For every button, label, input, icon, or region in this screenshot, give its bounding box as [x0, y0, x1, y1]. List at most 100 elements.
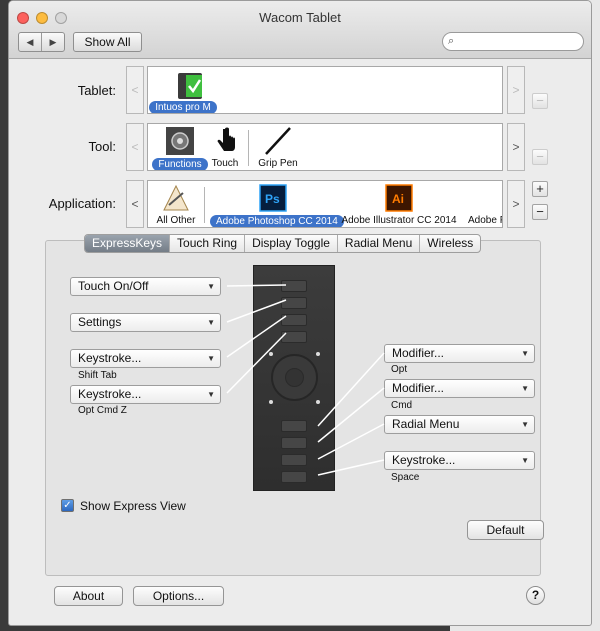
expresskey-4-popup[interactable]: Keystroke... ▼	[70, 385, 221, 404]
chevron-down-icon: ▼	[521, 456, 529, 465]
popup-value: Keystroke...	[392, 453, 456, 467]
tool-separator	[248, 130, 249, 166]
application-item-label: Adobe Illustrator CC 2014	[341, 215, 457, 226]
expresskey-5-assignment: Opt	[391, 364, 408, 375]
search-field[interactable]: ⌕	[442, 32, 584, 51]
photoshop-icon: Ps	[259, 184, 287, 212]
tab-radial-menu[interactable]: Radial Menu	[338, 235, 421, 252]
tab-bar: ExpressKeys Touch Ring Display Toggle Ra…	[84, 234, 482, 253]
application-list: All Other Ps Adobe Photoshop CC 2014 Ai …	[147, 180, 503, 228]
title-bar: Wacom Tablet ◀ ▶ Show All ⌕	[9, 1, 591, 59]
chevron-down-icon: ▼	[521, 420, 529, 429]
expresskey-3-assignment: Shift Tab	[78, 370, 117, 381]
default-button[interactable]: Default	[467, 520, 544, 540]
back-forward-control[interactable]: ◀ ▶	[18, 32, 65, 52]
application-separator	[204, 187, 205, 223]
express-key-graphic	[281, 454, 307, 466]
remove-tablet-button[interactable]: −	[532, 93, 548, 109]
popup-value: Radial Menu	[392, 417, 460, 431]
chevron-down-icon: ▼	[207, 318, 215, 327]
chevron-down-icon: ▼	[207, 282, 215, 291]
svg-text:Ai: Ai	[392, 192, 404, 206]
tool-item-touch[interactable]: Touch	[210, 126, 240, 169]
popup-value: Keystroke...	[78, 387, 142, 401]
popup-value: Modifier...	[392, 381, 445, 395]
options-button[interactable]: Options...	[133, 586, 224, 606]
tablet-illustration	[253, 265, 335, 491]
indicator-dot	[316, 352, 320, 356]
tablet-list: Intuos pro M	[147, 66, 503, 114]
tablet-item-label: Intuos pro M	[149, 101, 217, 113]
tab-display-toggle[interactable]: Display Toggle	[245, 235, 338, 252]
remove-application-button[interactable]: −	[532, 204, 548, 220]
show-express-view-checkbox[interactable]: ✓	[61, 499, 74, 512]
tablet-row-label: Tablet:	[77, 83, 116, 98]
indicator-dot	[269, 400, 273, 404]
tab-expresskeys[interactable]: ExpressKeys	[85, 235, 171, 252]
application-item-label: All Other	[156, 215, 196, 226]
application-item-label: Adobe Photoshop CC 2014	[210, 215, 344, 227]
illustrator-icon: Ai	[385, 184, 413, 212]
pen-icon	[265, 127, 291, 155]
touch-ring-center	[285, 368, 304, 387]
expresskey-2-popup[interactable]: Settings ▼	[70, 313, 221, 332]
about-button[interactable]: About	[54, 586, 123, 606]
popup-value: Modifier...	[392, 346, 445, 360]
expresskey-5-popup[interactable]: Modifier... ▼	[384, 344, 535, 363]
add-application-button[interactable]: +	[532, 181, 548, 197]
chevron-down-icon: ▼	[207, 354, 215, 363]
application-item-photoshop[interactable]: Ps Adobe Photoshop CC 2014	[210, 183, 344, 227]
express-key-graphic	[281, 437, 307, 449]
all-applications-icon	[163, 184, 189, 211]
chevron-down-icon: ▼	[207, 390, 215, 399]
expresskey-8-popup[interactable]: Keystroke... ▼	[384, 451, 535, 470]
expresskey-6-popup[interactable]: Modifier... ▼	[384, 379, 535, 398]
application-row-label: Application:	[48, 196, 116, 211]
tablet-item-intuos[interactable]: Intuos pro M	[148, 69, 218, 113]
express-key-graphic	[281, 471, 307, 483]
tablet-scroll-right-button[interactable]: >	[507, 66, 525, 114]
tool-item-grip-pen[interactable]: Grip Pen	[256, 126, 300, 169]
tool-item-label: Functions	[152, 158, 208, 170]
forward-arrow-icon[interactable]: ▶	[42, 33, 64, 51]
expresskey-4-assignment: Opt Cmd Z	[78, 405, 127, 416]
touch-ring-graphic	[271, 354, 318, 401]
chevron-down-icon: ▼	[521, 384, 529, 393]
popup-value: Settings	[78, 315, 122, 329]
expresskey-3-popup[interactable]: Keystroke... ▼	[70, 349, 221, 368]
tool-scroll-right-button[interactable]: >	[507, 123, 525, 171]
tool-item-label: Touch	[211, 158, 239, 169]
application-scroll-right-button[interactable]: >	[507, 180, 525, 228]
express-key-graphic	[281, 280, 307, 292]
express-key-graphic	[281, 297, 307, 309]
application-item-label: Adobe P	[468, 215, 503, 226]
popup-value: Keystroke...	[78, 351, 142, 365]
application-item-illustrator[interactable]: Ai Adobe Illustrator CC 2014	[341, 183, 457, 226]
show-express-view-label: Show Express View	[80, 499, 186, 513]
help-button[interactable]: ?	[526, 586, 545, 605]
tab-touch-ring[interactable]: Touch Ring	[170, 235, 246, 252]
svg-text:Ps: Ps	[265, 192, 280, 206]
tablet-scroll-left-button[interactable]: <	[126, 66, 144, 114]
expresskey-7-popup[interactable]: Radial Menu ▼	[384, 415, 535, 434]
chevron-down-icon: ▼	[521, 349, 529, 358]
remove-tool-button[interactable]: −	[532, 149, 548, 165]
tab-wireless[interactable]: Wireless	[420, 235, 480, 252]
tool-row-label: Tool:	[88, 139, 116, 154]
expresskey-1-popup[interactable]: Touch On/Off ▼	[70, 277, 221, 296]
expresskey-6-assignment: Cmd	[391, 400, 413, 411]
back-arrow-icon[interactable]: ◀	[19, 33, 42, 51]
application-item-all-other[interactable]: All Other	[152, 183, 200, 226]
tool-list: Functions Touch Grip Pen	[147, 123, 503, 171]
express-key-graphic	[281, 331, 307, 343]
tablet-icon	[178, 73, 202, 99]
tool-scroll-left-button[interactable]: <	[126, 123, 144, 171]
hand-pointer-icon	[217, 127, 235, 151]
indicator-dot	[316, 400, 320, 404]
show-all-button[interactable]: Show All	[73, 32, 142, 52]
application-scroll-left-button[interactable]: <	[126, 180, 144, 228]
magnifier-icon: ⌕	[448, 35, 455, 47]
tool-item-functions[interactable]: Functions	[152, 126, 208, 170]
window-title: Wacom Tablet	[259, 10, 341, 25]
expresskey-8-assignment: Space	[391, 472, 420, 483]
